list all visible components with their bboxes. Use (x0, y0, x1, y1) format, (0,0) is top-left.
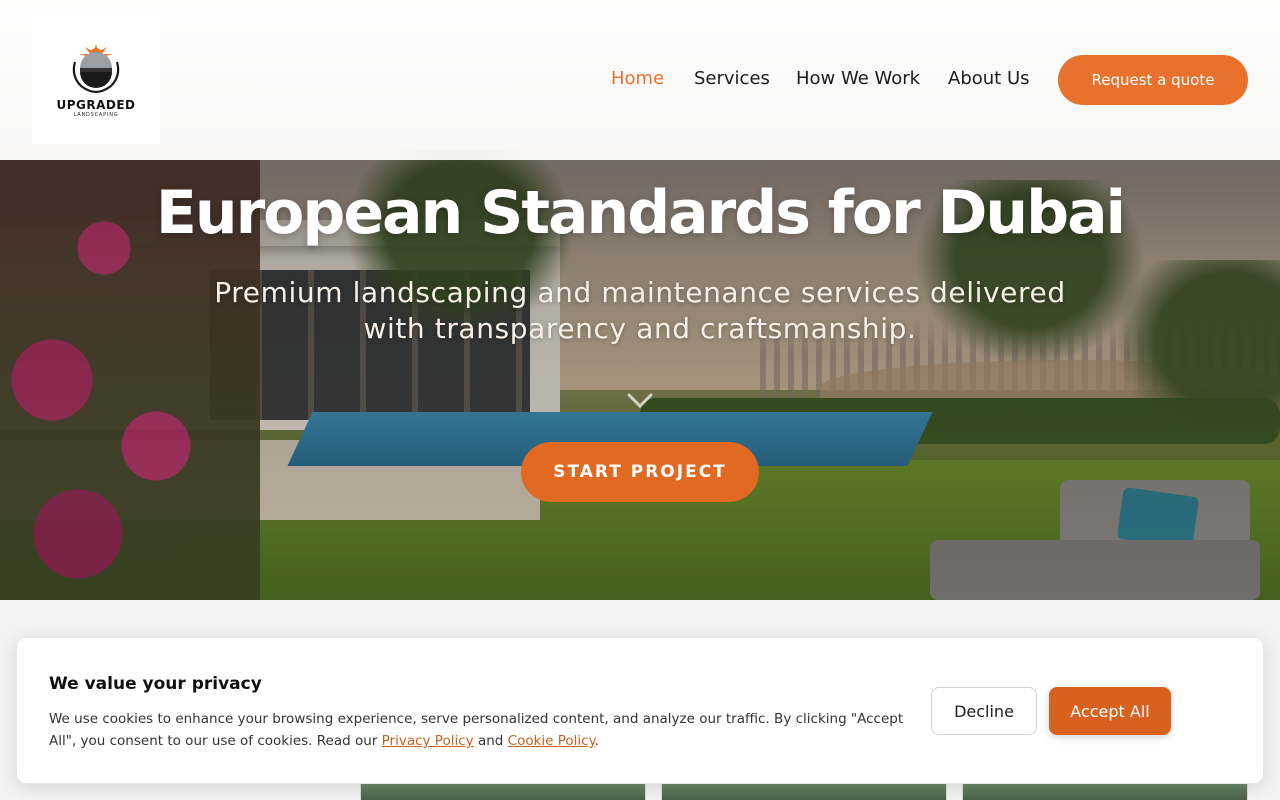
chevron-down-icon[interactable] (626, 392, 654, 410)
project-card[interactable] (661, 783, 947, 800)
cookie-text-end: . (594, 733, 599, 749)
brand-tagline: LANDSCAPING (73, 112, 119, 118)
cookie-text: We use cookies to enhance your browsing … (49, 708, 909, 752)
nav-services[interactable]: Services (694, 68, 770, 89)
site-header: UPGRADED LANDSCAPING Home Services How W… (0, 0, 1280, 160)
logo[interactable]: UPGRADED LANDSCAPING (32, 16, 160, 144)
brand-name: UPGRADED (56, 98, 136, 112)
start-project-button[interactable]: START PROJECT (521, 442, 759, 502)
nav-about-us[interactable]: About Us (948, 68, 1030, 89)
accept-all-button[interactable]: Accept All (1049, 687, 1171, 735)
cookie-policy-link[interactable]: Cookie Policy (508, 733, 595, 749)
request-quote-button[interactable]: Request a quote (1058, 55, 1248, 105)
nav-how-we-work[interactable]: How We Work (796, 68, 920, 89)
hero-title: European Standards for Dubai (155, 178, 1126, 248)
project-card[interactable] (360, 783, 646, 800)
privacy-policy-link[interactable]: Privacy Policy (382, 733, 474, 749)
nav-home[interactable]: Home (611, 68, 664, 89)
palm-logo-icon (72, 44, 120, 94)
hero-subtitle: Premium landscaping and maintenance serv… (214, 276, 1066, 345)
decline-button[interactable]: Decline (931, 687, 1037, 735)
cookie-title: We value your privacy (49, 674, 262, 694)
project-card[interactable] (962, 783, 1248, 800)
cookie-text-and: and (473, 733, 508, 749)
cookie-consent-banner: We value your privacy We use cookies to … (16, 637, 1264, 784)
